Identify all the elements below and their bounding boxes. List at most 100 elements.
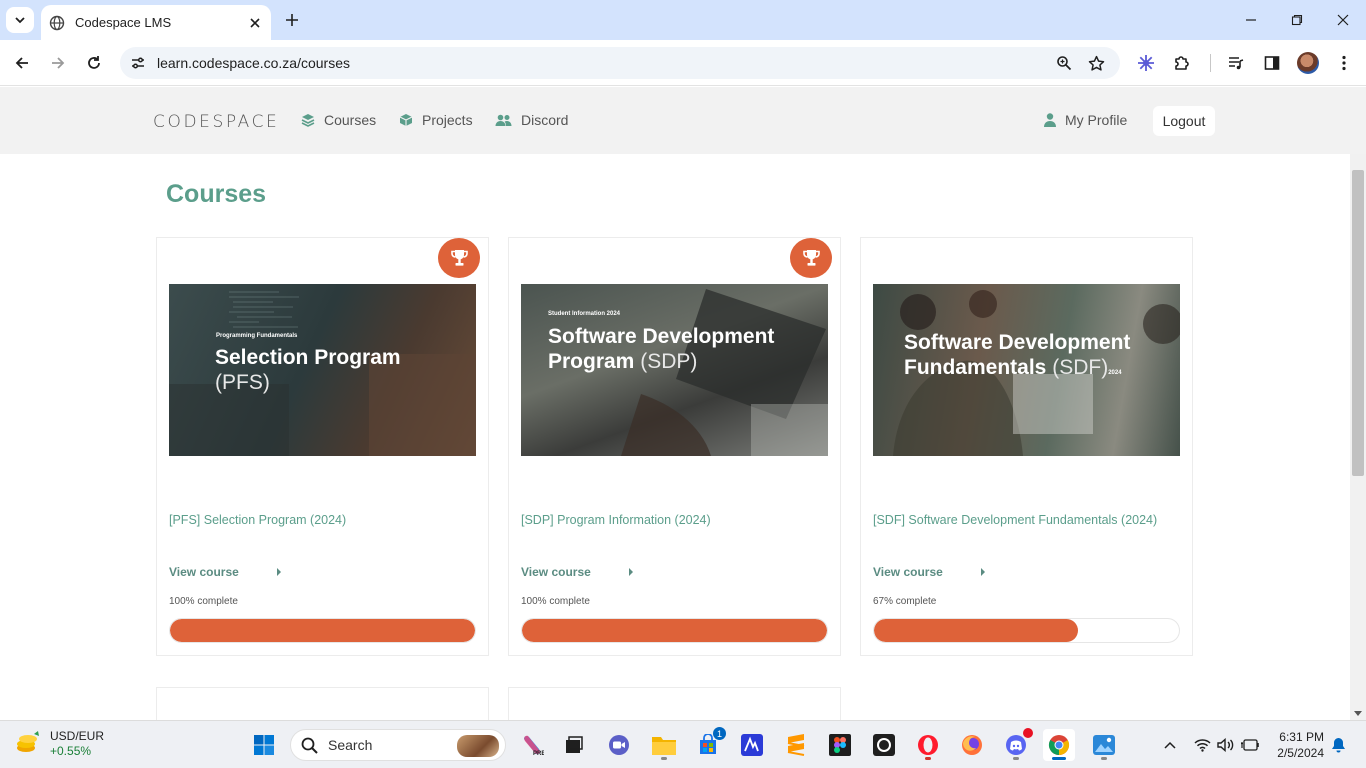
codespace-logo[interactable]: CODESPACE [153,112,279,132]
progress-bar [873,618,1180,643]
banner-subtitle: Programming Fundamentals [216,333,298,339]
nav-courses[interactable]: Courses [301,112,376,128]
github-app[interactable] [868,729,900,761]
sublime-app[interactable] [780,729,812,761]
view-course-button[interactable]: View course [873,565,985,579]
firefox-app[interactable] [956,729,988,761]
extensions-button[interactable] [1170,51,1194,75]
view-course-button[interactable]: View course [521,565,633,579]
course-card-sdp: Student Information 2024 Software Develo… [508,237,841,656]
nav-projects[interactable]: Projects [399,112,473,128]
figma-app[interactable] [824,729,856,761]
course-title-link[interactable]: [PFS] Selection Program (2024) [169,513,346,527]
extension-button[interactable] [1134,51,1158,75]
meet-app[interactable] [603,729,635,761]
speaker-icon [1217,738,1234,752]
completion-text: 100% complete [169,596,238,607]
users-icon [495,114,512,126]
banner-subtitle: Student Information 2024 [548,311,621,317]
scroll-down-arrow-icon[interactable] [1354,711,1362,716]
progress-fill [170,619,475,642]
minimize-button[interactable] [1240,8,1262,32]
side-panel-button[interactable] [1260,51,1284,75]
course-title-link[interactable]: [SDF] Software Development Fundamentals … [873,513,1157,527]
wifi-icon [1193,739,1211,752]
profile-avatar[interactable] [1297,52,1319,74]
restore-button[interactable] [1286,8,1308,32]
course-card-sdf: Software Development Fundamentals (SDF)2… [860,237,1193,656]
media-controls-button[interactable] [1224,51,1248,75]
page-scrollbar[interactable] [1350,154,1366,720]
browser-tab-bar: Codespace LMS [0,0,1366,40]
url-text[interactable]: learn.codespace.co.za/courses [157,55,350,71]
plus-icon [286,14,298,26]
editor-app[interactable] [736,729,768,761]
puzzle-icon [1175,56,1189,70]
reload-icon [88,56,100,69]
new-tab-button[interactable] [281,9,303,31]
arrow-right-icon [52,57,65,69]
view-course-button[interactable]: View course [169,565,281,579]
start-button[interactable] [248,729,280,761]
course-banner[interactable]: Student Information 2024 Software Develo… [521,284,828,456]
completion-text: 67% complete [873,596,937,607]
site-settings-icon[interactable] [128,53,148,73]
scrollbar-thumb[interactable] [1352,170,1364,476]
browser-menu-button[interactable] [1332,51,1356,75]
battery-status[interactable] [1240,735,1260,755]
trophy-icon [802,250,820,266]
volume-control[interactable] [1216,735,1236,755]
close-window-button[interactable] [1332,8,1354,32]
user-icon [1044,113,1056,127]
site-header: CODESPACE Courses Projects Discord My Pr… [0,87,1366,154]
close-tab-button[interactable] [247,15,263,31]
main-content: Courses Programming Fundamentals Selecti… [0,154,1350,720]
photos-icon [1093,735,1115,755]
my-profile-link[interactable]: My Profile [1044,112,1127,128]
nav-label: Courses [324,112,377,128]
opera-app[interactable] [912,729,944,761]
toolbar-separator [1210,54,1211,72]
completed-trophy-badge [790,238,832,278]
discord-app[interactable] [1000,728,1033,761]
arrow-left-icon [15,57,28,69]
course-card-partial [156,687,489,720]
wifi-status[interactable] [1192,735,1212,755]
ticker-change: +0.55% [50,744,92,758]
address-bar[interactable]: learn.codespace.co.za/courses [120,47,1120,79]
my-profile-label: My Profile [1065,112,1128,128]
windows-logo-icon [254,735,274,755]
logout-button[interactable]: Logout [1153,106,1215,136]
browser-toolbar: learn.codespace.co.za/courses [0,40,1366,86]
course-title-link[interactable]: [SDP] Program Information (2024) [521,513,711,527]
show-hidden-icons-button[interactable] [1160,735,1180,755]
chrome-app[interactable] [1043,729,1075,761]
cube-icon [399,114,413,126]
tab-search-button[interactable] [6,7,34,33]
clock-time: 6:31 PM [1279,730,1324,744]
chevron-down-icon [15,17,25,24]
copilot-app[interactable]: PRE [516,729,548,761]
notifications-button[interactable] [1328,735,1348,755]
forward-button[interactable] [46,51,70,75]
reload-button[interactable] [82,51,106,75]
taskbar-search[interactable]: Search [290,729,506,761]
bookmark-star-icon[interactable] [1086,53,1106,73]
market-widget[interactable]: USD/EUR +0.55% [14,729,104,759]
photos-app[interactable] [1088,729,1120,761]
course-banner[interactable]: Software Development Fundamentals (SDF)2… [873,284,1180,456]
caret-right-icon [276,568,281,576]
layers-icon [301,114,315,127]
browser-tab[interactable]: Codespace LMS [41,5,271,40]
task-view-app[interactable] [558,729,590,761]
tab-title: Codespace LMS [75,15,172,30]
course-banner[interactable]: Programming Fundamentals Selection Progr… [169,284,476,456]
zoom-icon[interactable] [1054,53,1074,73]
file-explorer-app[interactable] [648,729,680,761]
back-button[interactable] [10,51,34,75]
store-app[interactable]: 1 [692,727,726,761]
battery-charging-icon [1241,739,1259,751]
progress-bar [521,618,828,643]
nav-discord[interactable]: Discord [495,112,568,128]
system-clock[interactable]: 6:31 PM 2/5/2024 [1270,729,1324,761]
